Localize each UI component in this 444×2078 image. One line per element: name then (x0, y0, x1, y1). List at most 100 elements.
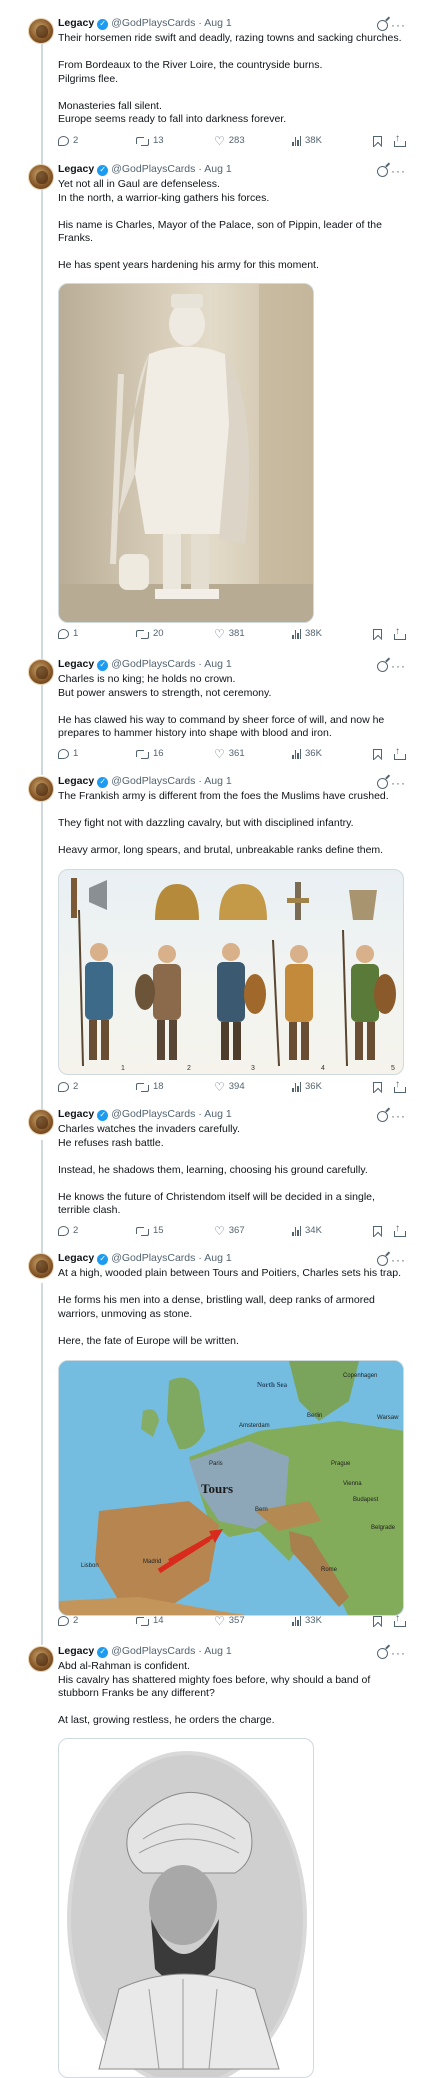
like-button[interactable]: ♡ 357 (214, 1615, 245, 1627)
tweet-text: Their horsemen ride swift and deadly, ra… (58, 32, 404, 127)
handle[interactable]: @GodPlaysCards (111, 1645, 195, 1659)
timestamp[interactable]: · Aug 1 (198, 1108, 231, 1122)
repost-button[interactable]: 14 (136, 1615, 164, 1627)
grok-icon[interactable] (377, 166, 388, 177)
repost-icon (136, 629, 149, 639)
grok-icon[interactable] (377, 661, 388, 672)
handle[interactable]: @GodPlaysCards (111, 163, 195, 177)
verified-badge-icon: ✓ (97, 1253, 109, 1265)
bookmark-icon[interactable] (373, 1615, 382, 1627)
like-button[interactable]: ♡ 361 (214, 748, 245, 760)
like-button[interactable]: ♡ 283 (214, 135, 245, 147)
share-icon[interactable] (394, 132, 406, 147)
display-name[interactable]: Legacy (58, 1645, 94, 1659)
reply-button[interactable]: 2 (58, 1615, 78, 1627)
repost-button[interactable]: 18 (136, 1081, 164, 1093)
repost-count: 13 (153, 134, 164, 146)
display-name[interactable]: Legacy (58, 17, 94, 31)
more-options-icon[interactable]: ··· (391, 165, 406, 177)
views-button[interactable]: 38K (292, 135, 322, 147)
repost-button[interactable]: 20 (136, 628, 164, 640)
bookmark-icon[interactable] (373, 135, 382, 147)
europe-map-image[interactable]: Tours North Sea Amsterdam Paris Berlin W… (58, 1360, 404, 1616)
heart-icon: ♡ (214, 627, 225, 641)
display-name[interactable]: Legacy (58, 1108, 94, 1122)
statue-image[interactable] (58, 282, 314, 623)
more-options-icon[interactable]: ··· (391, 19, 406, 31)
handle[interactable]: @GodPlaysCards (111, 775, 195, 789)
tweet[interactable]: Legacy ✓ @GodPlaysCards · Aug 1 At a hig… (0, 1251, 444, 1616)
views-button[interactable]: 33K (292, 1615, 322, 1627)
tweet[interactable]: Legacy ✓ @GodPlaysCards · Aug 1 Their ho… (0, 16, 444, 127)
bookmark-icon[interactable] (373, 1225, 382, 1237)
like-button[interactable]: ♡ 367 (214, 1225, 245, 1237)
grok-icon[interactable] (377, 1255, 388, 1266)
grok-icon[interactable] (377, 778, 388, 789)
repost-icon (136, 1082, 149, 1092)
tweet[interactable]: Legacy ✓ @GodPlaysCards · Aug 1 Abd al-R… (0, 1644, 444, 2078)
repost-count: 18 (153, 1080, 164, 1092)
tweet-text: Abd al-Rahman is confident. His cavalry … (58, 1660, 404, 1728)
portrait-image[interactable] (58, 1737, 314, 2078)
share-icon[interactable] (394, 1612, 406, 1627)
more-options-icon[interactable]: ··· (391, 1647, 406, 1659)
reply-button[interactable]: 2 (58, 1081, 78, 1093)
timestamp[interactable]: · Aug 1 (198, 17, 231, 31)
more-options-icon[interactable]: ··· (391, 660, 406, 672)
timestamp[interactable]: · Aug 1 (198, 163, 231, 177)
tweet[interactable]: Legacy ✓ @GodPlaysCards · Aug 1 The Fran… (0, 774, 444, 1075)
repost-count: 20 (153, 627, 164, 639)
more-options-icon[interactable]: ··· (391, 1110, 406, 1122)
handle[interactable]: @GodPlaysCards (111, 658, 195, 672)
display-name[interactable]: Legacy (58, 775, 94, 789)
views-button[interactable]: 36K (292, 748, 322, 760)
verified-badge-icon: ✓ (97, 1109, 109, 1121)
timestamp[interactable]: · Aug 1 (198, 775, 231, 789)
repost-button[interactable]: 13 (136, 135, 164, 147)
views-button[interactable]: 34K (292, 1225, 322, 1237)
tweet[interactable]: Legacy ✓ @GodPlaysCards · Aug 1 Charles … (0, 1107, 444, 1218)
grok-icon[interactable] (377, 1111, 388, 1122)
share-icon[interactable] (394, 745, 406, 760)
reply-button[interactable]: 2 (58, 1225, 78, 1237)
timestamp[interactable]: · Aug 1 (198, 1645, 231, 1659)
handle[interactable]: @GodPlaysCards (111, 1108, 195, 1122)
bookmark-icon[interactable] (373, 748, 382, 760)
tweet[interactable]: Legacy ✓ @GodPlaysCards · Aug 1 Yet not … (0, 162, 444, 623)
display-name[interactable]: Legacy (58, 658, 94, 672)
frankish-warriors-image[interactable]: 1 2 3 4 5 (58, 868, 404, 1075)
timestamp[interactable]: · Aug 1 (198, 658, 231, 672)
views-button[interactable]: 38K (292, 628, 322, 640)
like-button[interactable]: ♡ 394 (214, 1081, 245, 1093)
display-name[interactable]: Legacy (58, 163, 94, 177)
map-city: Vienna (343, 1481, 362, 1487)
handle[interactable]: @GodPlaysCards (111, 1252, 195, 1266)
map-city: Belgrade (371, 1525, 396, 1531)
share-icon[interactable] (394, 1222, 406, 1237)
tweet-line: Monasteries fall silent. (58, 99, 162, 112)
view-count: 36K (305, 1080, 322, 1092)
map-city: Lisbon (81, 1563, 99, 1569)
timestamp[interactable]: · Aug 1 (198, 1252, 231, 1266)
grok-icon[interactable] (377, 20, 388, 31)
tweet-line: In the north, a warrior-king gathers his… (58, 191, 270, 204)
share-icon[interactable] (394, 1078, 406, 1093)
grok-icon[interactable] (377, 1648, 388, 1659)
repost-button[interactable]: 15 (136, 1225, 164, 1237)
tweet-actions: 2 14 ♡ 357 33K (58, 1612, 406, 1628)
like-button[interactable]: ♡ 381 (214, 628, 245, 640)
reply-button[interactable]: 1 (58, 748, 78, 760)
reply-count: 2 (73, 1080, 79, 1092)
repost-icon (136, 136, 149, 146)
display-name[interactable]: Legacy (58, 1252, 94, 1266)
views-button[interactable]: 36K (292, 1081, 322, 1093)
handle[interactable]: @GodPlaysCards (111, 17, 195, 31)
bookmark-icon[interactable] (373, 1081, 382, 1093)
more-options-icon[interactable]: ··· (391, 777, 406, 789)
reply-button[interactable]: 1 (58, 628, 78, 640)
repost-button[interactable]: 16 (136, 748, 164, 760)
reply-button[interactable]: 2 (58, 135, 78, 147)
share-icon[interactable] (394, 625, 406, 640)
more-options-icon[interactable]: ··· (391, 1254, 406, 1266)
bookmark-icon[interactable] (373, 628, 382, 640)
